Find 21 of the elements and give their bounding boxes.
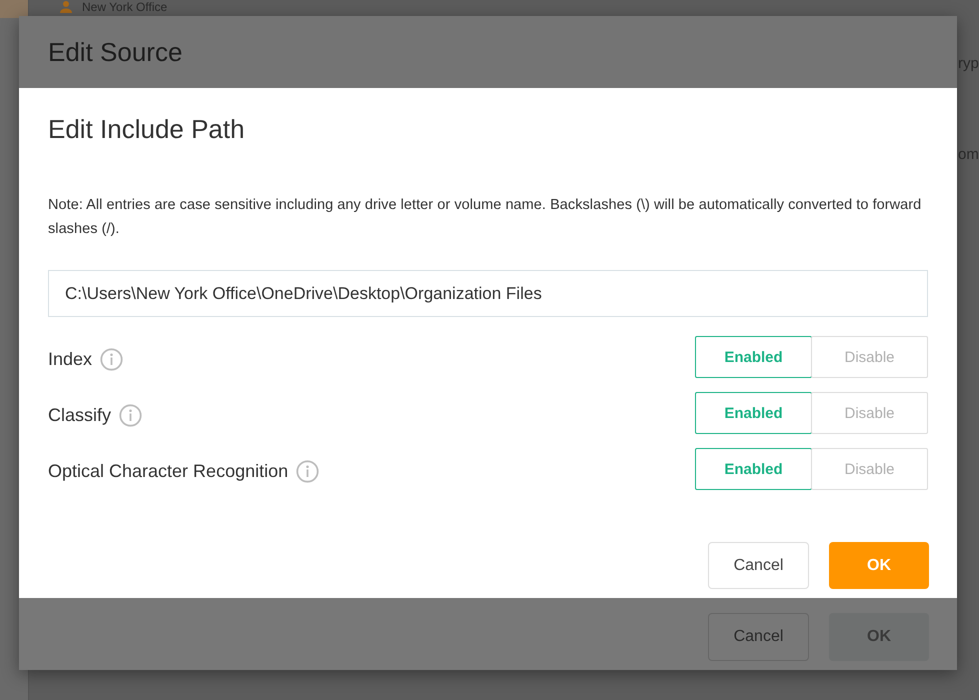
dialog-title: Edit Source — [48, 36, 182, 68]
path-field[interactable]: C:\Users\New York Office\OneDrive\Desktop\Organization Files — [48, 270, 928, 317]
info-icon[interactable] — [296, 460, 320, 482]
info-icon[interactable] — [100, 348, 124, 370]
person-icon — [60, 1, 72, 13]
toggle-option[interactable]: Enabled — [695, 336, 812, 378]
setting-label: Optical Character Recognition — [48, 460, 288, 482]
toggle-option[interactable]: Disable — [811, 392, 928, 434]
toggle-option[interactable]: Disable — [811, 336, 928, 378]
toggle-option[interactable]: Enabled — [695, 448, 812, 490]
ok-button[interactable]: OK — [829, 542, 929, 589]
toggle-option[interactable]: Enabled — [695, 392, 812, 434]
info-icon[interactable] — [119, 404, 142, 426]
setting-label: Index — [48, 348, 92, 370]
toggle-option[interactable]: Disable — [811, 448, 928, 490]
cancel-button[interactable]: Cancel — [708, 542, 809, 589]
setting-label: Classify — [48, 404, 112, 426]
sidebar-item[interactable] — [0, 0, 28, 18]
dialog-title: Edit Include Path — [48, 114, 246, 145]
note-text: Note: All entries are case sensitive including any drive letter or volume name. Backslashes (\) will be automatically converted to forward slashes (/). — [48, 196, 922, 239]
cancel-button[interactable]: Cancel — [708, 613, 809, 661]
